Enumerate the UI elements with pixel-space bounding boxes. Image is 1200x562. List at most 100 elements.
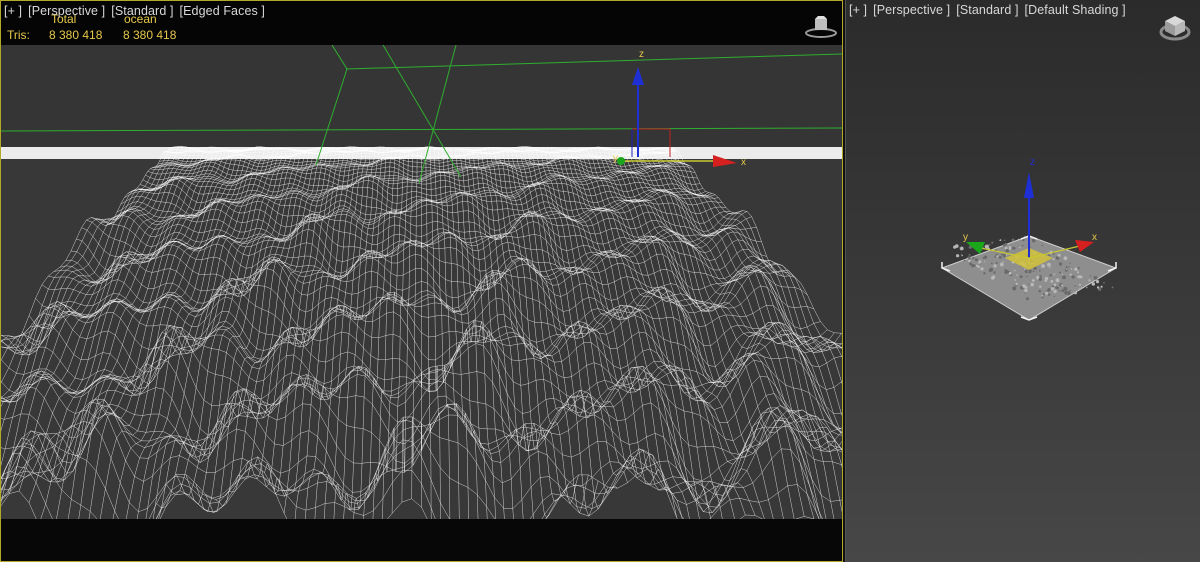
plane-speckle [975, 264, 979, 267]
plane-speckle [1048, 254, 1051, 257]
plane-speckle [1078, 283, 1081, 286]
plane-speckle [1078, 275, 1082, 279]
sky-region [1, 45, 842, 149]
plane-speckle [956, 254, 960, 258]
plane-speckle [1026, 275, 1028, 278]
axis-y-label: y [963, 232, 968, 243]
axis-x-label: x [1092, 232, 1097, 243]
ocean-plane-scene[interactable]: x y z [846, 0, 1200, 562]
plane-speckle [1055, 286, 1058, 289]
plane-speckle [1039, 275, 1042, 278]
plane-speckle [1053, 273, 1056, 276]
plane-speckle [1003, 239, 1006, 242]
viewport-right[interactable]: [+ ] [Perspective ] [Standard ] [Default Sh… [845, 0, 1200, 562]
axis-y-arrow[interactable] [966, 242, 985, 254]
plane-speckle [1053, 289, 1057, 294]
plane-speckle [1014, 279, 1017, 281]
plane-speckle [1038, 277, 1042, 281]
plane-speckle [1074, 284, 1077, 287]
plane-speckle [1015, 282, 1018, 286]
stats-total-value: 8 380 418 [49, 28, 103, 42]
plane-speckle [1039, 285, 1042, 288]
plane-speckle [1053, 283, 1057, 287]
plane-speckle [953, 245, 957, 249]
plane-speckle [1038, 289, 1041, 293]
plane-speckle [1065, 266, 1068, 269]
plane-speckle [1065, 268, 1068, 270]
plane-speckle [994, 255, 996, 258]
plane-speckle [1063, 256, 1068, 261]
plane-speckle [991, 276, 995, 280]
viewcube-icon[interactable] [1158, 12, 1192, 42]
stats-object-value: 8 380 418 [123, 28, 177, 42]
plane-speckle [1049, 274, 1052, 277]
plane-speckle [993, 264, 997, 268]
axis-y-label: y [613, 153, 618, 164]
plane-speckle [1028, 283, 1030, 285]
stats-row-label: Tris: [7, 28, 30, 42]
plane-speckle [1016, 274, 1018, 276]
plane-speckle [1018, 246, 1021, 249]
plane-speckle [1024, 270, 1027, 273]
viewport-left-plus-menu[interactable]: [+ ] [4, 4, 22, 18]
viewcube-icon[interactable] [804, 15, 838, 39]
axis-z-arrow[interactable] [1024, 172, 1034, 198]
plane-speckle [988, 243, 991, 246]
plane-speckle [1041, 264, 1045, 268]
plane-speckle [993, 271, 996, 274]
plane-speckle [1074, 291, 1077, 295]
plane-speckle [1068, 266, 1070, 268]
plane-speckle [1025, 297, 1029, 301]
plane-speckle [1079, 288, 1081, 290]
viewport-right-plus-menu[interactable]: [+ ] [849, 3, 867, 17]
plane-speckle [1019, 275, 1023, 279]
plane-speckle [1074, 267, 1078, 271]
plane-speckle [1058, 289, 1061, 292]
plane-speckle [1076, 271, 1080, 274]
plane-speckle [1061, 273, 1064, 276]
plane-speckle [998, 255, 1002, 259]
plane-speckle [1053, 295, 1056, 297]
viewport-left-label: [+ ] [Perspective ] [Standard ] [Edged Face… [4, 4, 271, 18]
plane-speckle [1052, 258, 1055, 261]
plane-speckle [1041, 294, 1044, 297]
viewport-left-camera-menu[interactable]: [Standard ] [111, 4, 173, 18]
plane-speckle [999, 262, 1004, 267]
plane-speckle [1012, 286, 1017, 291]
plane-speckle [1002, 261, 1004, 263]
viewport-left-shading-menu[interactable]: [Edged Faces ] [180, 4, 265, 18]
plane-speckle [1005, 248, 1009, 253]
plane-speckle [1057, 253, 1061, 257]
plane-speckle [1002, 253, 1006, 258]
plane-speckle [1023, 268, 1026, 270]
plane-speckle [1080, 287, 1083, 290]
plane-speckle [1095, 280, 1100, 284]
viewport-left-view-menu[interactable]: [Perspective ] [28, 4, 105, 18]
plane-speckle [1100, 285, 1103, 288]
plane-speckle [1061, 289, 1065, 293]
viewport-right-view-menu[interactable]: [Perspective ] [873, 3, 950, 17]
axis-y-handle[interactable] [617, 157, 625, 165]
plane-speckle [984, 245, 986, 247]
plane-speckle [961, 254, 963, 257]
plane-speckle [1018, 238, 1020, 240]
axis-z-label: z [1030, 157, 1035, 168]
plane-speckle [982, 256, 985, 260]
viewport-right-camera-menu[interactable]: [Standard ] [956, 3, 1018, 17]
plane-speckle [1045, 291, 1049, 295]
plane-speckle [1001, 253, 1003, 256]
plane-speckle [1039, 270, 1041, 272]
plane-speckle [1048, 293, 1051, 296]
wireframe-ocean-scene[interactable]: x z y [1, 45, 842, 519]
viewport-right-shading-menu[interactable]: [Default Shading ] [1025, 3, 1126, 17]
plane-speckle [1061, 284, 1064, 287]
plane-speckle [971, 264, 975, 268]
plane-speckle [1093, 276, 1098, 280]
axis-x-label: x [741, 157, 746, 168]
plane-speckle [1047, 288, 1051, 292]
plane-speckle [1032, 238, 1036, 243]
plane-speckle [1030, 282, 1034, 287]
plane-speckle [1003, 245, 1006, 247]
plane-speckle [1032, 270, 1035, 273]
viewport-left[interactable]: [+ ] [Perspective ] [Standard ] [Edged Face… [0, 0, 843, 562]
